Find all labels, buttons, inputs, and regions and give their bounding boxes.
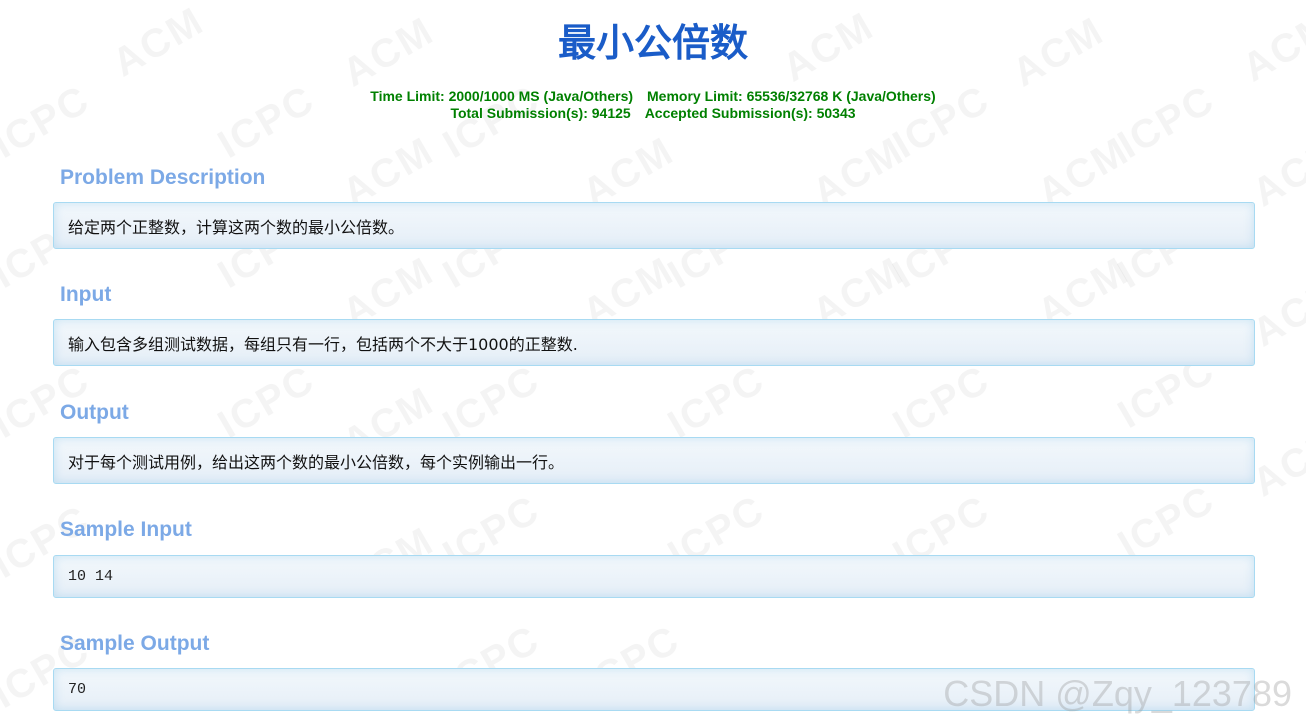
output-heading: Output (60, 401, 129, 424)
problem-limits: Time Limit: 2000/1000 MS (Java/Others) Me… (0, 88, 1306, 122)
memory-limit: Memory Limit: 65536/32768 K (Java/Others… (647, 88, 936, 104)
sample-output-text: 70 (68, 681, 87, 698)
problem-description-heading: Problem Description (60, 166, 266, 189)
input-heading: Input (60, 283, 112, 306)
csdn-watermark: CSDN @Zqy_123789 (943, 673, 1292, 714)
input-panel: 输入包含多组测试数据，每组只有一行，包括两个不大于1000的正整数. (53, 319, 1255, 366)
problem-description-text: 给定两个正整数，计算这两个数的最小公倍数。 (68, 217, 405, 237)
watermark-icpc: ICPC (436, 357, 548, 448)
sample-output-heading: Sample Output (60, 632, 210, 655)
problem-title: 最小公倍数 (557, 21, 748, 65)
limits-row-1: Time Limit: 2000/1000 MS (Java/Others) Me… (0, 88, 1306, 105)
sample-input-heading: Sample Input (60, 518, 192, 541)
problem-description-panel: 给定两个正整数，计算这两个数的最小公倍数。 (53, 202, 1255, 249)
watermark-icpc: ICPC (661, 357, 773, 448)
output-text: 对于每个测试用例，给出这两个数的最小公倍数，每个实例输出一行。 (68, 452, 565, 472)
sample-input-panel: 10 14 (53, 555, 1255, 598)
total-submissions: Total Submission(s): 94125 (450, 105, 631, 121)
input-text: 输入包含多组测试数据，每组只有一行，包括两个不大于1000的正整数. (68, 334, 578, 354)
accepted-submissions: Accepted Submission(s): 50343 (644, 105, 856, 121)
time-limit: Time Limit: 2000/1000 MS (Java/Others) (370, 88, 634, 104)
watermark-icpc: ICPC (211, 357, 323, 448)
limits-row-2: Total Submission(s): 94125 Accepted Submi… (0, 105, 1306, 122)
output-panel: 对于每个测试用例，给出这两个数的最小公倍数，每个实例输出一行。 (53, 437, 1255, 484)
sample-input-text: 10 14 (68, 568, 114, 585)
watermark-icpc: ICPC (886, 357, 998, 448)
